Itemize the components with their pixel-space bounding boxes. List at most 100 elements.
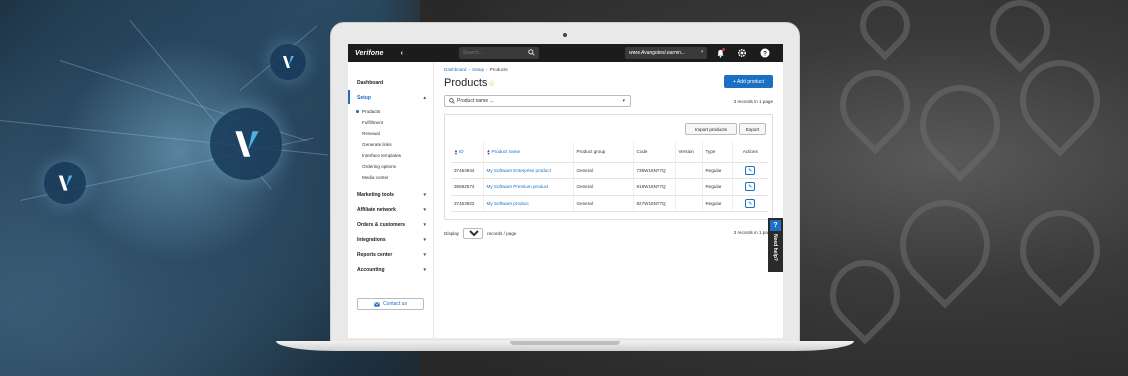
table-row: 37453944 My Software Enterprise product … <box>451 162 768 180</box>
cell-type: Regular <box>702 162 733 180</box>
cell-type: Regular <box>702 178 733 196</box>
bell-icon[interactable] <box>714 47 726 59</box>
add-product-button[interactable]: + Add product <box>724 75 773 88</box>
favorite-star-icon[interactable]: ☆ <box>488 79 495 88</box>
need-help-tab[interactable]: ? Need help? <box>768 218 783 272</box>
sidebar-item-reports-center[interactable]: Reports center ▾ <box>357 252 429 258</box>
filter-placeholder: Product name ... <box>457 98 494 104</box>
help-question-icon: ? <box>770 220 781 231</box>
cell-id: 37453922 <box>451 195 484 213</box>
notification-dot <box>722 48 725 51</box>
import-products-button[interactable]: Import products <box>685 123 737 135</box>
chevron-down-icon: ▾ <box>700 49 703 55</box>
sidebar-item-setup[interactable]: Setup ▴ <box>357 95 429 101</box>
help-icon[interactable]: ? <box>759 47 771 59</box>
sidebar-item-integrations[interactable]: Integrations ▾ <box>357 237 429 243</box>
sidebar-item-dashboard[interactable]: Dashboard <box>357 80 429 86</box>
sidebar-item-label: Marketing tools <box>357 192 394 198</box>
export-button[interactable]: Export <box>739 123 766 135</box>
product-name-filter[interactable]: Product name ... ▾ <box>444 95 631 107</box>
sidebar-subitem-label: Renewal <box>362 131 380 136</box>
laptop-screen: Verifone ‹ www.Avangotesl.earnin... ▾ ? … <box>348 44 783 338</box>
chevron-down-icon: ▾ <box>423 252 426 258</box>
chevron-down-icon: ▾ <box>622 98 625 104</box>
breadcrumb-separator: › <box>468 67 471 72</box>
main-content: Dashboard › Setup › Products Products ☆ + Ad… <box>434 62 783 338</box>
sidebar-subitem-label: Fulfillment <box>362 120 383 125</box>
sidebar-item-label: Accounting <box>357 267 385 273</box>
sidebar-subitem-generate-links[interactable]: Generate links <box>362 142 392 147</box>
active-dot-icon <box>356 110 359 113</box>
verifone-v-icon <box>235 131 259 157</box>
breadcrumb: Dashboard › Setup › Products <box>444 67 508 72</box>
chevron-up-icon: ▴ <box>423 95 426 101</box>
sidebar-subitem-renewal[interactable]: Renewal <box>362 131 380 136</box>
chevron-down-icon: ▾ <box>423 267 426 273</box>
records-per-page-label: records / page <box>487 231 517 236</box>
verifone-logo[interactable]: Verifone <box>355 50 384 57</box>
laptop-camera <box>563 33 567 37</box>
sidebar-item-accounting[interactable]: Accounting ▾ <box>357 267 429 273</box>
sidebar-subitem-label: Ordering options <box>362 164 396 169</box>
column-header-product-name[interactable]: ▲ ▼Product name <box>483 142 574 163</box>
sidebar-subitem-media-center[interactable]: Media center <box>362 175 389 180</box>
cell-product-name-link[interactable]: My Software Enterprise product <box>483 162 574 180</box>
sidebar-item-label: Reports center <box>357 252 393 258</box>
laptop-notch <box>510 341 620 345</box>
sidebar-item-label: Orders & customers <box>357 222 406 228</box>
display-label: Display <box>444 231 460 236</box>
cell-id: 37453944 <box>451 162 484 180</box>
records-count-top: 3 records in 1 page <box>733 99 773 104</box>
sidebar-subitem-products[interactable]: Products <box>356 109 381 114</box>
search-icon[interactable] <box>528 49 535 56</box>
sidebar-subitem-ordering-options[interactable]: Ordering options <box>362 164 396 169</box>
search-icon <box>449 98 455 104</box>
breadcrumb-dashboard[interactable]: Dashboard <box>444 67 466 72</box>
cell-product-group: General <box>573 178 634 196</box>
search-input[interactable] <box>463 50 523 56</box>
sidebar-subitem-fulfillment[interactable]: Fulfillment <box>362 120 383 125</box>
search-box[interactable] <box>459 47 539 59</box>
products-table-panel: Import products Export ▲ ▼ID ▲ ▼Product na… <box>444 114 773 220</box>
sidebar-item-label: Integrations <box>357 237 386 243</box>
need-help-label: Need help? <box>772 234 778 261</box>
sidebar-subitem-label: Generate links <box>362 142 392 147</box>
sidebar-item-marketing-tools[interactable]: Marketing tools ▾ <box>357 192 429 198</box>
sidebar-item-affiliate-network[interactable]: Affiliate network ▾ <box>357 207 429 213</box>
contact-us-label: Contact us <box>383 301 407 307</box>
account-label: www.Avangotesl.earnin... <box>629 50 686 56</box>
verifone-logo-bubble <box>270 44 306 80</box>
chevron-left-icon[interactable]: ‹ <box>401 50 403 57</box>
edit-icon[interactable]: ✎ <box>745 165 756 175</box>
cell-product-name-link[interactable]: My Software product <box>483 195 574 213</box>
chevron-down-icon: ▾ <box>423 222 426 228</box>
contact-us-button[interactable]: Contact us <box>357 298 424 310</box>
sidebar-item-orders-customers[interactable]: Orders & customers ▾ <box>357 222 429 228</box>
products-table: ▲ ▼ID ▲ ▼Product name Product group Code V… <box>451 142 768 213</box>
breadcrumb-separator: › <box>486 67 488 72</box>
cell-type: Regular <box>702 195 733 213</box>
cell-product-name-link[interactable]: My Software Premium product <box>483 178 574 196</box>
edit-icon[interactable]: ✎ <box>745 182 756 192</box>
column-header-code: Code <box>633 142 676 163</box>
page-size-select[interactable]: 10 <box>463 228 484 239</box>
sidebar-subitem-label: Products <box>362 109 381 114</box>
sidebar: Dashboard Setup ▴ Products Fulfillment R… <box>348 62 434 338</box>
cell-code: 736W15N77Q <box>633 162 676 180</box>
sidebar-subitem-interface-templates[interactable]: Interface templates <box>362 153 401 158</box>
column-header-id[interactable]: ▲ ▼ID <box>451 142 484 163</box>
table-header-row: ▲ ▼ID ▲ ▼Product name Product group Code V… <box>451 142 768 163</box>
table-row: 36592574 My Software Premium product Gen… <box>451 178 768 196</box>
cell-code: 918W15N77Q <box>633 178 676 196</box>
cell-product-group: General <box>573 195 634 213</box>
sidebar-item-label: Setup <box>357 95 371 101</box>
breadcrumb-setup[interactable]: Setup <box>472 67 484 72</box>
column-header-product-group: Product group <box>573 142 634 163</box>
verifone-v-icon <box>283 56 294 68</box>
cell-product-group: General <box>573 162 634 180</box>
account-selector[interactable]: www.Avangotesl.earnin... ▾ <box>625 47 707 59</box>
svg-text:?: ? <box>763 50 767 57</box>
table-row: 37453922 My Software product General 827… <box>451 195 768 213</box>
edit-icon[interactable]: ✎ <box>745 198 756 208</box>
gear-icon[interactable] <box>736 47 748 59</box>
